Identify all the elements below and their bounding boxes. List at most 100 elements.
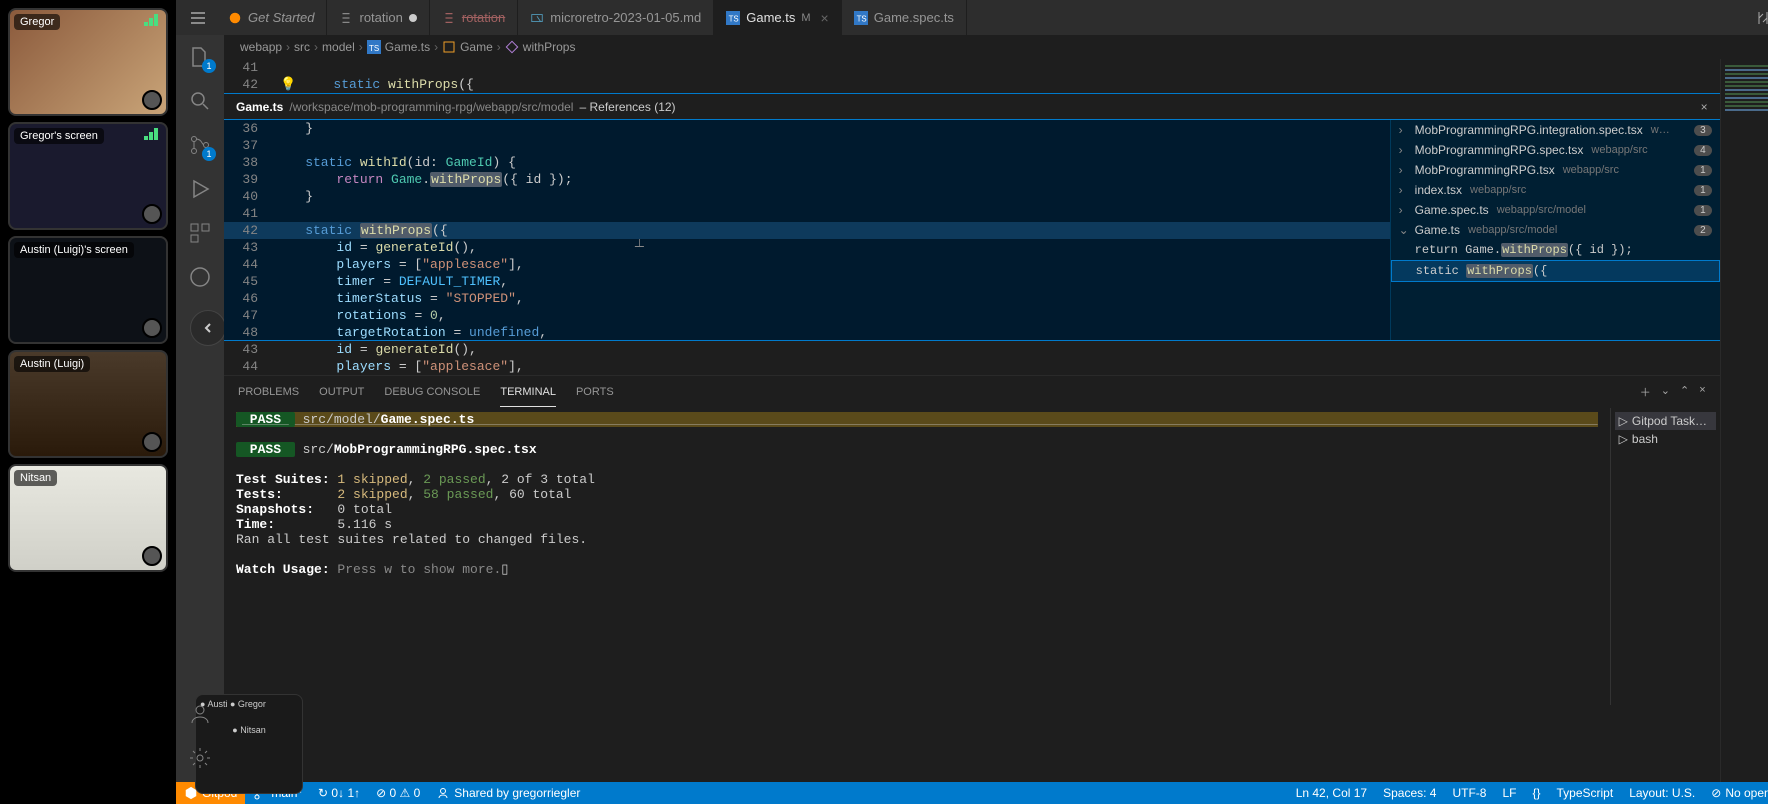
avatar-badge [142,90,162,110]
participant-label: Austin (Luigi)'s screen [14,242,134,258]
panel-tab-ports[interactable]: Ports [576,378,614,406]
status-language[interactable]: TypeScript [1549,786,1622,800]
github-icon[interactable] [188,265,212,289]
tab-game-ts[interactable]: TS Game.ts M × [714,0,841,35]
breadcrumb-seg[interactable]: webapp [240,40,282,54]
reference-file[interactable]: ›MobProgrammingRPG.tsxwebapp/src1 [1391,160,1720,180]
tab-label: rotation [462,10,505,25]
participant-tile-gregor[interactable]: Gregor [8,8,168,116]
tab-get-started[interactable]: Get Started [216,0,327,35]
terminal-item-gitpod[interactable]: ▷ Gitpod Task… [1615,412,1716,430]
accounts-icon[interactable] [188,702,212,726]
signal-icon [144,14,162,26]
tab-label: microretro-2023-01-05.md [550,10,701,25]
line-number: 43 [224,342,274,357]
close-panel-icon[interactable]: × [1699,384,1705,400]
reference-file[interactable]: ⌄Game.tswebapp/src/model2 [1391,220,1720,240]
breadcrumb-symbol[interactable]: Game [460,40,493,54]
participant-label: Gregor's screen [14,128,104,144]
reference-file[interactable]: ›Game.spec.tswebapp/src/model1 [1391,200,1720,220]
status-liveshare[interactable]: Shared by gregorriegler [428,786,588,800]
close-tab-button[interactable]: × [821,10,829,26]
close-peek-button[interactable]: × [1701,100,1708,114]
typescript-icon: TS [726,11,740,25]
explorer-badge: 1 [202,59,216,73]
reference-file[interactable]: ›MobProgrammingRPG.spec.tsxwebapp/src4 [1391,140,1720,160]
breadcrumb-seg[interactable]: model [322,40,355,54]
editor-body[interactable]: 43 id = generateId(), 44 players = ["app… [224,341,1720,375]
status-sync[interactable]: ↻ 0↓ 1↑ [310,786,368,800]
reference-line[interactable]: static withProps({ [1391,260,1720,282]
run-debug-icon[interactable] [188,177,212,201]
reference-line[interactable]: return Game.withProps({ id }); [1391,240,1720,260]
tab-rotation-1[interactable]: rotation [327,0,429,35]
participant-label: Nitsan [14,470,57,486]
method-icon [505,40,519,54]
participant-tile-austin[interactable]: Austin (Luigi) [8,350,168,458]
status-spaces[interactable]: Spaces: 4 [1375,786,1444,800]
line-number: 44 [224,359,274,374]
breadcrumb-symbol[interactable]: withProps [523,40,576,54]
participant-label: Gregor [14,14,60,30]
video-call-sidebar: Gregor Gregor's screen Austin (Luigi)'s … [0,0,176,804]
status-eol[interactable]: LF [1494,786,1524,800]
status-encoding[interactable]: UTF-8 [1444,786,1494,800]
line-number: 42 [224,77,274,92]
extensions-icon[interactable] [188,221,212,245]
peek-reference-tree: ›MobProgrammingRPG.integration.spec.tsxw… [1390,120,1720,340]
signal-icon [144,128,162,140]
panel-tab-problems[interactable]: Problems [238,378,299,406]
svg-text:TS: TS [856,14,866,23]
new-terminal-button[interactable]: ＋ [1640,384,1651,400]
settings-gear-icon[interactable] [188,746,212,770]
terminal-dropdown-icon[interactable]: ⌄ [1661,384,1670,400]
terminal-output[interactable]: PASS src/model/Game.spec.ts PASS src/Mob… [224,408,1610,705]
minimap[interactable] [1720,59,1768,782]
reference-file[interactable]: ›MobProgrammingRPG.integration.spec.tsxw… [1391,120,1720,140]
participant-tile-nitsan[interactable]: Nitsan [8,464,168,572]
peek-filename: Game.ts [236,100,283,114]
terminal-item-label: bash [1632,432,1658,446]
editor-sticky-scroll: 41 42💡 static withProps({ [224,59,1720,93]
terminal-item-bash[interactable]: ▷ bash [1615,430,1716,448]
tab-label: Game.spec.ts [874,10,954,25]
peek-title-suffix: – References (12) [579,100,675,114]
panel-tab-terminal[interactable]: Terminal [500,378,556,407]
status-brace[interactable]: {} [1524,786,1548,800]
svg-text:TS: TS [369,44,379,53]
panel-tab-debug[interactable]: Debug Console [384,378,480,406]
source-control-icon[interactable]: 1 [188,133,212,157]
status-ports[interactable]: ⊘ No open ports [1703,786,1768,800]
reference-file[interactable]: ›index.tsxwebapp/src1 [1391,180,1720,200]
hamburger-menu-button[interactable] [184,4,212,32]
list-icon [339,11,353,25]
breadcrumb[interactable]: webapp› src› model› TS Game.ts› Game› wi… [224,35,1768,59]
gitpod-icon [228,11,242,25]
status-errors[interactable]: ⊘ 0 ⚠ 0 [368,786,428,800]
search-icon[interactable] [188,89,212,113]
tab-label: rotation [359,10,402,25]
status-cursor-pos[interactable]: Ln 42, Col 17 [1288,786,1375,800]
scm-badge: 1 [202,147,216,161]
terminal-list: ▷ Gitpod Task… ▷ bash [1610,408,1720,705]
lightbulb-icon[interactable]: 💡 [280,77,296,92]
compare-icon[interactable] [1755,10,1768,26]
breadcrumb-seg[interactable]: src [294,40,310,54]
maximize-panel-icon[interactable]: ⌃ [1680,384,1689,400]
tab-rotation-2[interactable]: rotation [430,0,518,35]
collapse-sidebar-button[interactable] [190,310,226,346]
participant-tile-austin-screen[interactable]: Austin (Luigi)'s screen [8,236,168,344]
peek-code-editor[interactable]: ⌶ 36 }3738 static withId(id: GameId) {39… [224,120,1390,340]
typescript-icon: TS [854,11,868,25]
avatar-badge [142,318,162,338]
status-layout[interactable]: Layout: U.S. [1621,786,1703,800]
breadcrumb-file[interactable]: Game.ts [385,40,430,54]
tab-game-spec[interactable]: TS Game.spec.ts [842,0,967,35]
explorer-icon[interactable]: 1 [188,45,212,69]
tab-microretro[interactable]: microretro-2023-01-05.md [518,0,714,35]
participant-label: Austin (Luigi) [14,356,90,372]
participant-tile-gregor-screen[interactable]: Gregor's screen [8,122,168,230]
terminal-item-label: Gitpod Task… [1632,414,1707,428]
list-icon [442,11,456,25]
panel-tab-output[interactable]: Output [319,378,364,406]
